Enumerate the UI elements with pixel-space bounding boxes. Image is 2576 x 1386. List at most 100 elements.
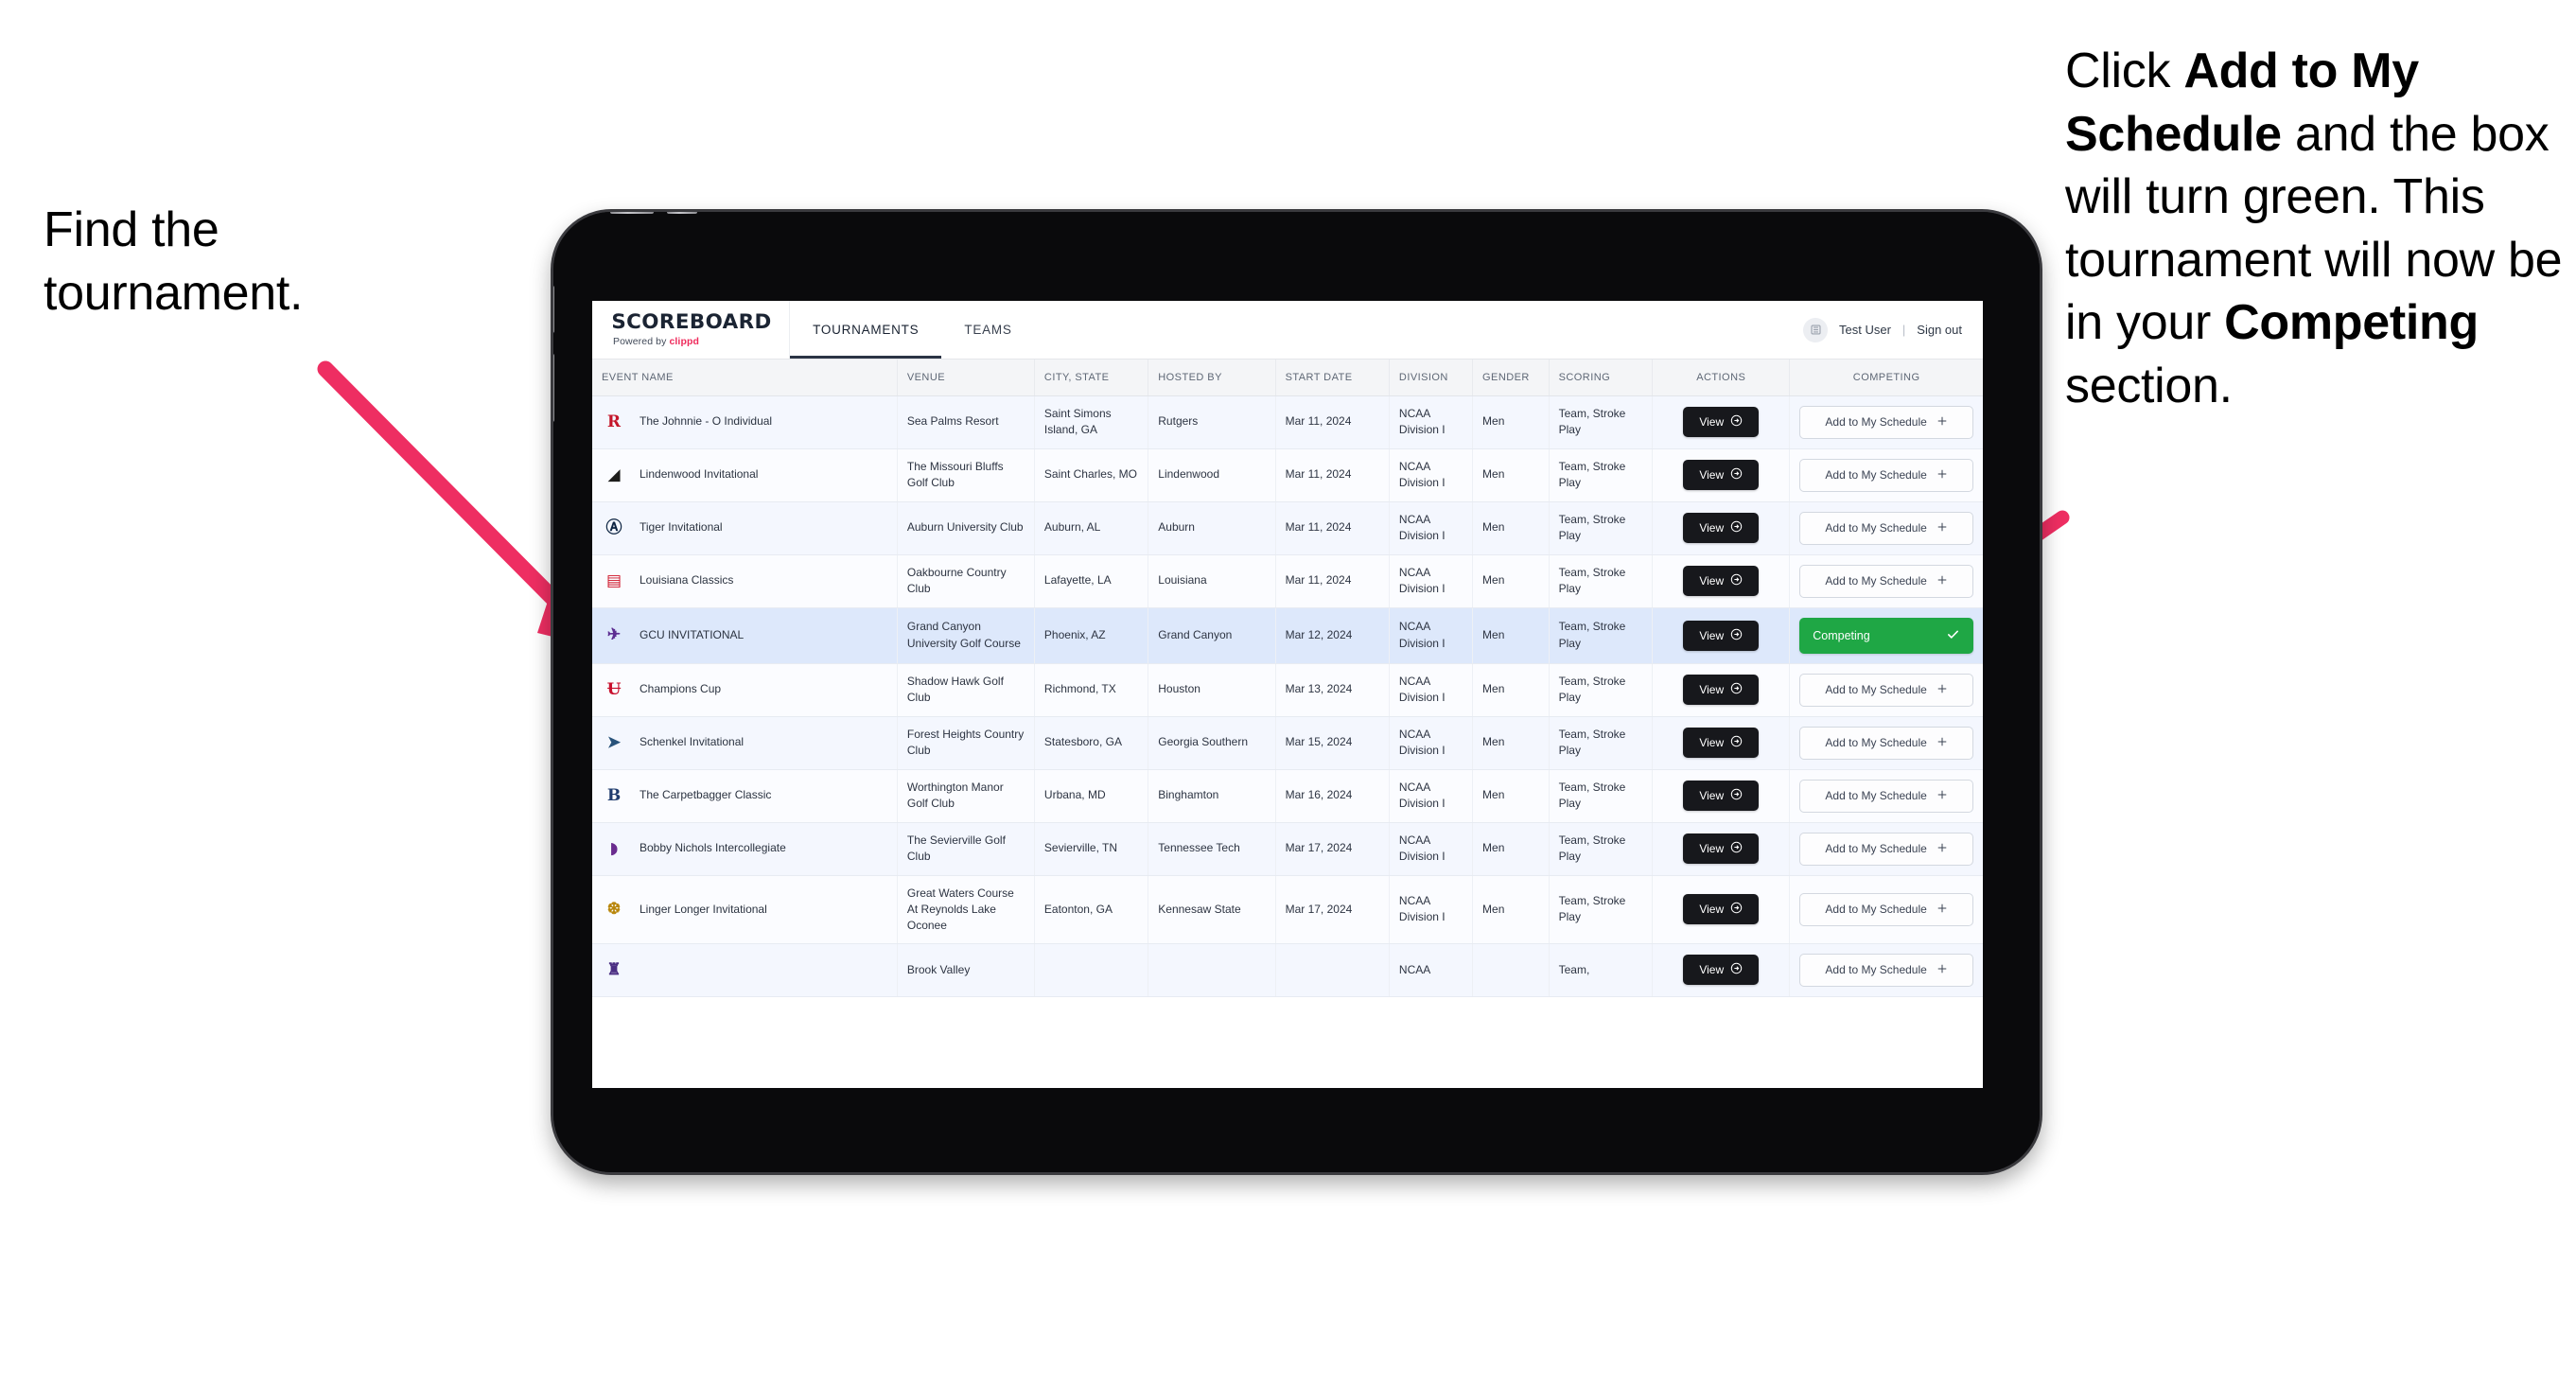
cell-start-date: Mar 11, 2024: [1275, 501, 1390, 555]
add-to-my-schedule-button[interactable]: Add to My Schedule: [1799, 564, 1973, 598]
table-row[interactable]: ◗ Bobby Nichols Intercollegiate The Sevier…: [592, 822, 1983, 876]
sign-out-link[interactable]: Sign out: [1917, 323, 1962, 337]
cell-venue: Great Waters Course At Reynolds Lake Oco…: [897, 875, 1035, 944]
table-row[interactable]: ➤ Schenkel Invitational Forest Heights Cou…: [592, 716, 1983, 770]
col-hosted-by[interactable]: HOSTED BY: [1148, 360, 1276, 396]
view-button[interactable]: View: [1683, 620, 1760, 651]
tournaments-table-scroll[interactable]: EVENT NAME VENUE CITY, STATE HOSTED BY S…: [592, 360, 1983, 1088]
competing-button-label: Competing: [1813, 628, 1870, 642]
cell-city-state: Lafayette, LA: [1034, 554, 1149, 608]
add-to-my-schedule-label: Add to My Schedule: [1825, 903, 1927, 917]
add-to-my-schedule-button[interactable]: Add to My Schedule: [1799, 779, 1973, 813]
cell-venue: Oakbourne Country Club: [897, 554, 1035, 608]
tab-teams[interactable]: TEAMS: [941, 301, 1034, 359]
cell-division: NCAA Division I: [1389, 448, 1474, 502]
add-to-my-schedule-button[interactable]: Add to My Schedule: [1799, 511, 1973, 545]
table-row[interactable]: ◢ Lindenwood Invitational The Missouri Blu…: [592, 448, 1983, 502]
plus-icon: [1936, 415, 1948, 430]
table-row[interactable]: B The Carpetbagger Classic Worthington Man…: [592, 769, 1983, 823]
tablet-volume-down-button[interactable]: [553, 354, 554, 422]
col-city-state[interactable]: CITY, STATE: [1034, 360, 1149, 396]
annotation-emphasis: Competing: [2224, 295, 2479, 351]
view-button-label: View: [1699, 468, 1725, 482]
cell-venue: Sea Palms Resort: [897, 395, 1035, 449]
cell-city-state: Urbana, MD: [1034, 769, 1149, 823]
table-row[interactable]: ✈ GCU INVITATIONAL Grand Canyon University…: [592, 607, 1983, 664]
cell-competing: Add to My Schedule: [1789, 769, 1983, 823]
plus-icon: [1936, 963, 1948, 977]
add-to-my-schedule-button[interactable]: Add to My Schedule: [1799, 953, 1973, 987]
cell-actions: View: [1652, 769, 1791, 823]
view-button[interactable]: View: [1683, 833, 1760, 864]
event-name-label: Lindenwood Invitational: [640, 467, 759, 482]
arrow-right-circle-icon: [1730, 902, 1743, 917]
user-avatar-icon[interactable]: [1803, 317, 1828, 342]
add-to-my-schedule-button[interactable]: Add to My Schedule: [1799, 673, 1973, 707]
col-division[interactable]: DIVISION: [1389, 360, 1474, 396]
view-button-label: View: [1699, 963, 1725, 977]
view-button[interactable]: View: [1683, 728, 1760, 758]
cell-city-state: Saint Charles, MO: [1034, 448, 1149, 502]
cell-hosted-by: Lindenwood: [1148, 448, 1276, 502]
add-to-my-schedule-button[interactable]: Add to My Schedule: [1799, 726, 1973, 760]
annotation-left: Find the tournament.: [44, 202, 304, 321]
cell-hosted-by: Houston: [1148, 663, 1276, 717]
tablet-device-frame: SCOREBOARD Powered by clippd TOURNAMENTS…: [551, 209, 2042, 1175]
cell-gender: Men: [1472, 769, 1550, 823]
cell-actions: View: [1652, 554, 1791, 608]
tablet-volume-up-button[interactable]: [553, 286, 554, 333]
tablet-power-button[interactable]: [610, 212, 654, 214]
arrow-right-circle-icon: [1730, 788, 1743, 803]
view-button[interactable]: View: [1683, 513, 1760, 543]
view-button[interactable]: View: [1683, 460, 1760, 490]
plus-icon: [1936, 683, 1948, 697]
col-actions[interactable]: ACTIONS: [1652, 360, 1791, 396]
col-gender[interactable]: GENDER: [1472, 360, 1550, 396]
event-name-label: Tiger Invitational: [640, 520, 723, 535]
add-to-my-schedule-button[interactable]: Add to My Schedule: [1799, 832, 1973, 866]
arrow-right-circle-icon: [1730, 520, 1743, 535]
col-event-name[interactable]: EVENT NAME: [592, 360, 898, 396]
col-competing[interactable]: COMPETING: [1789, 360, 1983, 396]
cell-event-name: Ⓐ Tiger Invitational: [592, 501, 898, 555]
cell-gender: Men: [1472, 607, 1550, 664]
col-start-date[interactable]: START DATE: [1275, 360, 1390, 396]
competing-button[interactable]: Competing: [1799, 617, 1973, 654]
cell-event-name: ▤ Louisiana Classics: [592, 554, 898, 608]
table-row[interactable]: ❆ Linger Longer Invitational Great Waters …: [592, 875, 1983, 944]
view-button[interactable]: View: [1683, 894, 1760, 925]
cell-scoring: Team, Stroke Play: [1549, 448, 1654, 502]
table-row[interactable]: ▤ Louisiana Classics Oakbourne Country Clu…: [592, 554, 1983, 608]
cell-competing: Add to My Schedule: [1789, 554, 1983, 608]
cell-scoring: Team, Stroke Play: [1549, 663, 1654, 717]
cell-actions: View: [1652, 395, 1791, 449]
table-row[interactable]: Ʉ Champions Cup Shadow Hawk Golf Club Richm…: [592, 663, 1983, 717]
view-button-label: View: [1699, 842, 1725, 855]
cell-hosted-by: Georgia Southern: [1148, 716, 1276, 770]
add-to-my-schedule-label: Add to My Schedule: [1825, 842, 1927, 855]
cell-city-state: Sevierville, TN: [1034, 822, 1149, 876]
tab-tournaments[interactable]: TOURNAMENTS: [790, 301, 942, 359]
add-to-my-schedule-button[interactable]: Add to My Schedule: [1799, 892, 1973, 926]
tablet-secondary-button[interactable]: [667, 212, 697, 214]
view-button[interactable]: View: [1683, 675, 1760, 705]
view-button[interactable]: View: [1683, 407, 1760, 437]
arrow-right-circle-icon: [1730, 628, 1743, 643]
col-venue[interactable]: VENUE: [897, 360, 1035, 396]
view-button[interactable]: View: [1683, 955, 1760, 986]
header-spacer: [1035, 301, 1803, 359]
view-button[interactable]: View: [1683, 781, 1760, 811]
view-button-label: View: [1699, 574, 1725, 588]
table-row[interactable]: Ⓐ Tiger Invitational Auburn University Clu…: [592, 501, 1983, 555]
cell-event-name: ◢ Lindenwood Invitational: [592, 448, 898, 502]
team-logo-icon: ❆: [606, 899, 622, 919]
team-logo-icon: Ʉ: [606, 679, 622, 699]
view-button[interactable]: View: [1683, 566, 1760, 596]
table-row[interactable]: ♜ Brook Valley NCAA Team, View Add to My Sche…: [592, 943, 1983, 997]
col-scoring[interactable]: SCORING: [1549, 360, 1654, 396]
table-row[interactable]: R The Johnnie - O Individual Sea Palms Res…: [592, 395, 1983, 449]
add-to-my-schedule-button[interactable]: Add to My Schedule: [1799, 405, 1973, 439]
cell-start-date: Mar 17, 2024: [1275, 822, 1390, 876]
add-to-my-schedule-button[interactable]: Add to My Schedule: [1799, 458, 1973, 492]
cell-city-state: Richmond, TX: [1034, 663, 1149, 717]
